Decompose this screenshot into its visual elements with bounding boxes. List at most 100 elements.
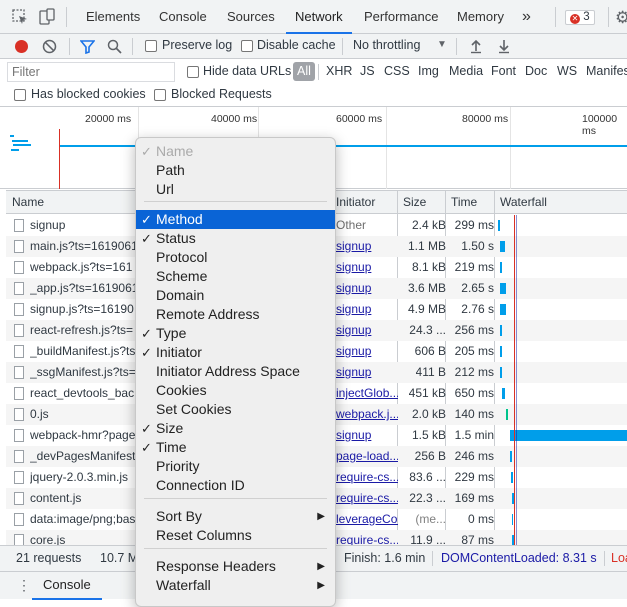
tab-elements[interactable]: Elements <box>86 0 140 34</box>
request-size: (me... <box>415 512 446 526</box>
request-time: 0 ms <box>467 512 494 526</box>
tab-sources[interactable]: Sources <box>227 0 275 34</box>
menu-item-time[interactable]: ✓ Time <box>136 438 335 457</box>
record-button[interactable] <box>15 40 28 53</box>
column-header-size[interactable]: Size <box>403 191 426 213</box>
column-header-name[interactable]: Name <box>12 191 44 213</box>
import-har-icon[interactable] <box>468 38 484 54</box>
request-initiator[interactable]: signup <box>336 425 398 446</box>
tab-console[interactable]: Console <box>159 0 207 34</box>
checkmark-icon: ✓ <box>141 440 152 455</box>
menu-item-label: Url <box>156 181 174 197</box>
tab-performance[interactable]: Performance <box>364 0 438 34</box>
filter-funnel-icon[interactable] <box>79 39 96 55</box>
waterfall-bar <box>500 241 505 252</box>
preserve-log-checkbox[interactable] <box>145 40 157 52</box>
filter-type-font[interactable]: Font <box>491 64 516 78</box>
menu-item-label: Initiator <box>156 344 202 360</box>
request-initiator[interactable]: signup <box>336 299 398 320</box>
request-size: 8.1 kB <box>411 260 446 274</box>
request-initiator[interactable]: leverageCo... <box>336 509 398 530</box>
menu-item-waterfall[interactable]: Waterfall ▶ <box>136 576 335 595</box>
request-initiator[interactable]: signup <box>336 236 398 257</box>
menu-item-set-cookies[interactable]: Set Cookies <box>136 400 335 419</box>
column-header-time[interactable]: Time <box>451 191 477 213</box>
column-header-initiator[interactable]: Initiator <box>336 191 375 213</box>
overview-tick: 80000 ms <box>462 113 509 125</box>
filter-type-css[interactable]: CSS <box>384 64 410 78</box>
request-initiator[interactable]: signup <box>336 320 398 341</box>
request-initiator[interactable]: require-cs... <box>336 488 398 509</box>
waterfall-bar <box>500 325 502 336</box>
filter-input[interactable] <box>7 62 175 82</box>
checkmark-icon: ✓ <box>141 345 152 360</box>
error-badge[interactable]: ✕ 3 <box>565 10 595 25</box>
request-initiator[interactable]: signup <box>336 341 398 362</box>
export-har-icon[interactable] <box>496 38 512 54</box>
search-icon[interactable] <box>107 39 122 54</box>
filter-type-xhr[interactable]: XHR <box>326 64 352 78</box>
request-initiator[interactable]: require-cs... <box>336 467 398 488</box>
request-initiator[interactable]: signup <box>336 362 398 383</box>
menu-item-size[interactable]: ✓ Size <box>136 419 335 438</box>
clear-icon[interactable] <box>42 39 57 54</box>
menu-item-url[interactable]: Url <box>136 180 335 199</box>
request-time: 650 ms <box>454 386 494 400</box>
menu-item-priority[interactable]: Priority <box>136 457 335 476</box>
menu-item-method[interactable]: ✓ Method <box>136 210 335 229</box>
drawer-menu-icon[interactable]: ⋮ <box>17 577 31 594</box>
menu-item-domain[interactable]: Domain <box>136 286 335 305</box>
network-toolbar: Preserve log Disable cache No throttling… <box>0 34 627 59</box>
menu-item-scheme[interactable]: Scheme <box>136 267 335 286</box>
request-time: 140 ms <box>454 407 494 421</box>
waterfall-bar <box>500 262 502 273</box>
disable-cache-checkbox[interactable] <box>241 40 253 52</box>
menu-item-initiator[interactable]: ✓ Initiator <box>136 343 335 362</box>
device-toolbar-icon[interactable] <box>38 8 56 26</box>
menu-item-label: Priority <box>156 458 200 474</box>
has-blocked-cookies-checkbox[interactable] <box>14 89 26 101</box>
menu-item-label: Response Headers <box>156 558 276 574</box>
filter-type-media[interactable]: Media <box>449 64 483 78</box>
drawer-tab-console[interactable]: Console <box>32 572 102 600</box>
menu-item-protocol[interactable]: Protocol <box>136 248 335 267</box>
inspect-element-icon[interactable] <box>12 9 28 25</box>
menu-item-label: Scheme <box>156 268 208 284</box>
filter-type-manifest[interactable]: Manifest <box>586 64 627 78</box>
menu-item-sort-by[interactable]: Sort By ▶ <box>136 507 335 526</box>
waterfall-load-marker <box>514 215 515 545</box>
menu-item-cookies[interactable]: Cookies <box>136 381 335 400</box>
more-tabs-button[interactable]: » <box>522 0 531 34</box>
menu-item-initiator-address-space[interactable]: Initiator Address Space <box>136 362 335 381</box>
menu-item-status[interactable]: ✓ Status <box>136 229 335 248</box>
menu-item-response-headers[interactable]: Response Headers ▶ <box>136 557 335 576</box>
settings-gear-icon[interactable]: ⚙ <box>615 8 627 28</box>
waterfall-dcl-marker <box>516 215 517 545</box>
menu-item-reset-columns[interactable]: Reset Columns <box>136 526 335 545</box>
tab-network[interactable]: Network <box>286 0 352 34</box>
waterfall-bar <box>512 514 513 525</box>
waterfall-bar <box>500 346 502 357</box>
request-initiator[interactable]: signup <box>336 257 398 278</box>
blocked-requests-checkbox[interactable] <box>154 89 166 101</box>
filter-type-doc[interactable]: Doc <box>525 64 547 78</box>
filter-type-all[interactable]: All <box>293 62 315 81</box>
request-initiator[interactable]: signup <box>336 278 398 299</box>
file-icon <box>14 429 24 442</box>
request-initiator[interactable]: webpack.j... <box>336 404 398 425</box>
menu-item-type[interactable]: ✓ Type <box>136 324 335 343</box>
column-header-waterfall[interactable]: Waterfall <box>500 191 547 213</box>
menu-item-path[interactable]: Path <box>136 161 335 180</box>
menu-item-remote-address[interactable]: Remote Address <box>136 305 335 324</box>
tab-memory[interactable]: Memory <box>457 0 504 34</box>
request-initiator[interactable]: injectGlob... <box>336 383 398 404</box>
menu-item-label: Size <box>156 420 184 436</box>
throttling-select[interactable]: No throttling <box>353 38 420 52</box>
filter-type-js[interactable]: JS <box>360 64 375 78</box>
request-initiator[interactable]: page-load... <box>336 446 398 467</box>
filter-type-ws[interactable]: WS <box>557 64 577 78</box>
filter-type-img[interactable]: Img <box>418 64 439 78</box>
overview-tick: 20000 ms <box>85 113 132 125</box>
menu-item-connection-id[interactable]: Connection ID <box>136 476 335 495</box>
hide-data-urls-checkbox[interactable] <box>187 66 199 78</box>
